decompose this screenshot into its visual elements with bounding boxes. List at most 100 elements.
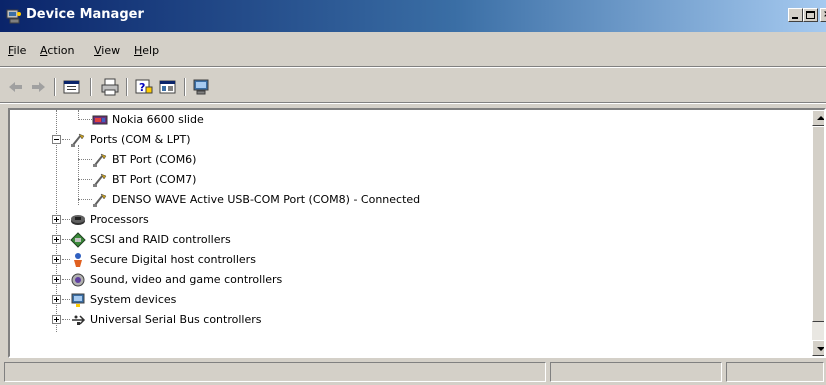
tree-item-scsi-raid[interactable]: SCSI and RAID controllers	[10, 230, 790, 250]
toolbar-separator	[90, 78, 92, 96]
tree-connector	[78, 119, 92, 120]
tree-item-usb-controllers[interactable]: Universal Serial Bus controllers	[10, 310, 790, 330]
menu-view[interactable]: View	[94, 44, 120, 57]
toolbar-bottom-separator	[0, 102, 826, 104]
menu-action[interactable]: Action	[40, 44, 74, 57]
help-icon: ?	[135, 79, 153, 94]
plus-icon-vertical	[56, 237, 57, 242]
status-pane-main	[4, 362, 546, 382]
properties-icon	[63, 80, 80, 94]
port-icon	[93, 193, 107, 207]
menu-help-label: elp	[142, 44, 160, 57]
expand-toggle[interactable]	[52, 215, 61, 224]
phone-device-icon	[92, 115, 108, 125]
close-button[interactable]: ×	[820, 8, 826, 22]
svg-text:?: ?	[139, 81, 145, 94]
tree-connector	[62, 139, 70, 140]
tree-item-secure-digital[interactable]: Secure Digital host controllers	[10, 250, 790, 270]
toolbar-separator	[54, 78, 56, 96]
maximize-icon	[806, 11, 815, 19]
port-icon	[93, 173, 107, 187]
system-devices-icon	[71, 293, 85, 307]
status-pane-right	[726, 362, 824, 382]
port-icon	[93, 153, 107, 167]
tree-connector	[62, 219, 70, 220]
forward-button[interactable]	[28, 78, 48, 96]
scroll-thumb[interactable]	[812, 126, 824, 322]
console-view-button[interactable]	[158, 78, 178, 96]
tree-item-processors[interactable]: Processors	[10, 210, 790, 230]
console-view-icon	[159, 80, 176, 94]
tree-item-sound-video-game[interactable]: Sound, video and game controllers	[10, 270, 790, 290]
help-button[interactable]: ?	[134, 78, 154, 96]
print-button[interactable]	[100, 78, 120, 96]
menu-view-label: iew	[101, 44, 121, 57]
scroll-down-button[interactable]	[812, 340, 824, 356]
status-bar	[0, 360, 826, 385]
tree-item-nokia-6600-slide[interactable]: Nokia 6600 slide	[10, 110, 790, 130]
minus-icon	[54, 139, 59, 140]
tree-item-label: Nokia 6600 slide	[112, 113, 204, 126]
plus-icon-vertical	[56, 277, 57, 282]
window-title: Device Manager	[26, 7, 144, 22]
toolbar-separator	[184, 78, 186, 96]
tree-item-bt-port-com7[interactable]: BT Port (COM7)	[10, 170, 790, 190]
tree-connector	[62, 299, 70, 300]
toolbar-separator	[126, 78, 128, 96]
menu-file[interactable]: File	[8, 44, 26, 57]
arrow-down-icon	[817, 347, 824, 351]
plus-icon-vertical	[56, 257, 57, 262]
menu-bar: File Action View Help	[0, 40, 826, 62]
tree-connector	[62, 259, 70, 260]
tree-connector	[62, 319, 70, 320]
device-manager-window: Device Manager × File Action View Help	[0, 0, 826, 385]
tree-item-bt-port-com6[interactable]: BT Port (COM6)	[10, 150, 790, 170]
tree-item-label: Ports (COM & LPT)	[90, 133, 191, 146]
menu-help[interactable]: Help	[134, 44, 159, 57]
collapse-toggle[interactable]	[52, 135, 61, 144]
back-button[interactable]	[6, 78, 26, 96]
tree-item-system-devices[interactable]: System devices	[10, 290, 790, 310]
expand-toggle[interactable]	[52, 275, 61, 284]
tree-connector	[78, 179, 92, 180]
tree-item-label: BT Port (COM6)	[112, 153, 197, 166]
minimize-button[interactable]	[788, 8, 803, 22]
menu-file-label: ile	[13, 44, 27, 57]
forward-arrow-icon	[32, 82, 45, 92]
expand-toggle[interactable]	[52, 255, 61, 264]
print-icon	[101, 78, 119, 96]
maximize-button[interactable]	[803, 8, 818, 22]
expand-toggle[interactable]	[52, 235, 61, 244]
menu-toolbar-separator	[0, 66, 826, 68]
sd-controller-icon	[74, 253, 82, 267]
expand-toggle[interactable]	[52, 295, 61, 304]
scsi-icon	[70, 232, 86, 248]
processor-icon	[71, 215, 85, 225]
device-tree-pane: Nokia 6600 slide Ports (COM & LPT) BT Po…	[8, 108, 826, 358]
title-bar[interactable]: Device Manager ×	[0, 0, 826, 32]
properties-button[interactable]	[62, 78, 82, 96]
scan-hardware-icon	[193, 79, 209, 95]
tree-item-label: SCSI and RAID controllers	[90, 233, 231, 246]
port-icon	[71, 133, 85, 147]
tree-connector	[62, 279, 70, 280]
status-pane-middle	[550, 362, 722, 382]
tree-item-denso-wave-port[interactable]: DENSO WAVE Active USB-COM Port (COM8) - …	[10, 190, 790, 210]
tree-item-ports[interactable]: Ports (COM & LPT)	[10, 130, 790, 150]
tree-item-label: Processors	[90, 213, 149, 226]
tree-item-label: System devices	[90, 293, 177, 306]
tree-item-label: Universal Serial Bus controllers	[90, 313, 262, 326]
tree-connector	[78, 159, 92, 160]
scroll-up-button[interactable]	[812, 110, 824, 126]
tree-connector	[62, 239, 70, 240]
sound-icon	[71, 273, 85, 287]
device-manager-icon	[6, 9, 21, 24]
tree-connector	[78, 199, 92, 200]
tree-item-label: Sound, video and game controllers	[90, 273, 283, 286]
plus-icon-vertical	[56, 217, 57, 222]
back-arrow-icon	[9, 82, 22, 92]
expand-toggle[interactable]	[52, 315, 61, 324]
vertical-scrollbar[interactable]	[812, 110, 824, 356]
scan-hardware-button[interactable]	[192, 78, 212, 96]
tree-item-label: DENSO WAVE Active USB-COM Port (COM8) - …	[112, 193, 421, 206]
